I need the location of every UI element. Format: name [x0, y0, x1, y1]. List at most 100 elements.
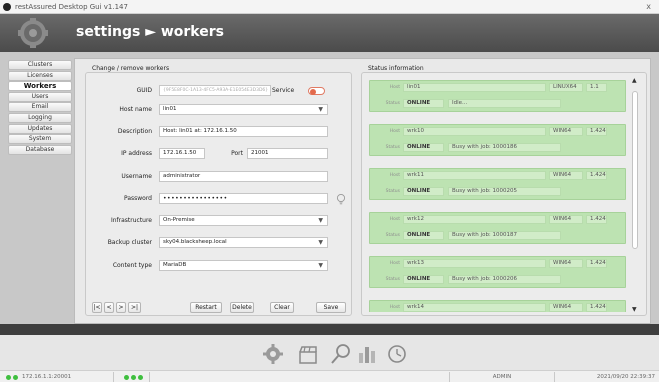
clear-button[interactable]: Clear	[270, 302, 294, 313]
ip-row: IP address 172.16.1.50 Port 21001	[86, 148, 353, 160]
nav-last-button[interactable]: >|	[128, 302, 141, 313]
sidebar-item-email[interactable]: Email	[8, 102, 72, 113]
current-user: ADMIN	[450, 372, 555, 382]
worker-form-panel: Change / remove workers GUID {9F5E8F0C-1…	[85, 65, 353, 316]
worker-version: 1.424	[586, 127, 607, 136]
lightbulb-icon[interactable]	[336, 193, 346, 206]
worker-status-card[interactable]: Host wrk12 WIN64 1.424 Status ONLINE Bus…	[369, 212, 626, 244]
port-input[interactable]: 21001	[247, 148, 328, 159]
host-label: Host	[389, 129, 400, 134]
ip-input[interactable]: 172.16.1.50	[159, 148, 205, 159]
scroll-down-icon[interactable]: ▼	[632, 306, 637, 313]
host-label: Host	[389, 173, 400, 178]
toggle-knob	[310, 88, 316, 95]
status-led	[6, 374, 11, 380]
main-content: Change / remove workers GUID {9F5E8F0C-1…	[74, 58, 651, 324]
chevron-down-icon: ▼	[318, 217, 323, 224]
nav-prev-button[interactable]: <	[104, 302, 114, 313]
backup-cluster-select[interactable]: sky04.blacksheep.local ▼	[159, 237, 328, 248]
scroll-thumb[interactable]	[632, 91, 638, 249]
worker-os: WIN64	[549, 303, 583, 312]
bar-chart-icon[interactable]	[356, 343, 378, 365]
backup-cluster-row: Backup cluster sky04.blacksheep.local ▼	[86, 237, 353, 249]
status-title: Status information	[367, 65, 425, 72]
sidebar-item-system[interactable]: System	[8, 134, 72, 145]
username-row: Username administrator	[86, 171, 353, 183]
restart-button[interactable]: Restart	[190, 302, 222, 313]
host-value: lin01	[163, 106, 177, 112]
status-led	[13, 374, 18, 380]
clock-icon[interactable]	[386, 343, 408, 365]
worker-os: WIN64	[549, 259, 583, 268]
nav-next-button[interactable]: >	[116, 302, 126, 313]
status-scrollbar[interactable]: ▲ ▼	[630, 77, 640, 313]
worker-state: ONLINE	[403, 99, 444, 108]
host-row: Host name lin01 ▼	[86, 104, 353, 116]
gear-logo-icon	[18, 18, 48, 48]
worker-state: ONLINE	[403, 187, 444, 196]
magnifier-icon[interactable]	[330, 343, 352, 365]
worker-status-card[interactable]: Host wrk14 WIN64 1.424	[369, 300, 626, 312]
sidebar-item-updates[interactable]: Updates	[8, 123, 72, 134]
worker-host: wrk13	[403, 259, 546, 268]
service-toggle[interactable]	[308, 87, 325, 95]
worker-host: wrk11	[403, 171, 546, 180]
app-header: settings ► workers	[0, 14, 659, 52]
worker-job: Busy with job: 1000187	[448, 231, 561, 240]
app-icon	[3, 3, 11, 11]
worker-status-card[interactable]: Host wrk10 WIN64 1.424 Status ONLINE Bus…	[369, 124, 626, 156]
infrastructure-value: On-Premise	[163, 217, 195, 223]
sidebar: Clusters Licenses Workers Users Email Lo…	[8, 60, 72, 155]
sidebar-item-workers[interactable]: Workers	[8, 81, 72, 92]
sidebar-item-clusters[interactable]: Clusters	[8, 60, 72, 70]
status-label: Status	[385, 101, 400, 106]
worker-host: wrk14	[403, 303, 546, 312]
sidebar-item-users[interactable]: Users	[8, 91, 72, 102]
nav-first-button[interactable]: |<	[92, 302, 102, 313]
worker-status-list[interactable]: Host lin01 LINUX64 1.1 Status ONLINE Idl…	[369, 80, 626, 312]
worker-version: 1.424	[586, 171, 607, 180]
port-label: Port	[231, 150, 243, 157]
status-label: Status	[385, 145, 400, 150]
save-button[interactable]: Save	[316, 302, 346, 313]
clapperboard-icon[interactable]	[297, 343, 319, 365]
separator-band	[0, 324, 659, 335]
worker-os: LINUX64	[549, 83, 583, 92]
description-input[interactable]: Host: lin01 at: 172.16.1.50	[159, 126, 328, 137]
window-title: restAssured Desktop Gui v1.147	[15, 3, 128, 11]
host-label: Host	[389, 305, 400, 310]
status-label: Status	[385, 277, 400, 282]
status-label: Status	[385, 233, 400, 238]
sidebar-item-licenses[interactable]: Licenses	[8, 70, 72, 81]
backup-cluster-label: Backup cluster	[107, 239, 152, 246]
gear-icon[interactable]	[262, 343, 284, 365]
worker-status-card[interactable]: Host wrk13 WIN64 1.424 Status ONLINE Bus…	[369, 256, 626, 288]
worker-status-card[interactable]: Host wrk11 WIN64 1.424 Status ONLINE Bus…	[369, 168, 626, 200]
description-row: Description Host: lin01 at: 172.16.1.50	[86, 126, 353, 138]
chevron-down-icon: ▼	[318, 106, 323, 113]
ip-label: IP address	[121, 150, 152, 157]
worker-os: WIN64	[549, 171, 583, 180]
close-button[interactable]: x	[646, 2, 651, 11]
guid-label: GUID	[136, 87, 152, 94]
worker-host: wrk10	[403, 127, 546, 136]
worker-state: ONLINE	[403, 275, 444, 284]
host-label: Host	[389, 217, 400, 222]
sidebar-item-logging[interactable]: Logging	[8, 112, 72, 123]
host-select[interactable]: lin01 ▼	[159, 104, 328, 115]
password-input[interactable]: ••••••••••••••••	[159, 193, 328, 204]
connection-address: 172.16.1.1:20001	[22, 372, 114, 382]
form-title: Change / remove workers	[91, 65, 171, 72]
worker-status-card[interactable]: Host lin01 LINUX64 1.1 Status ONLINE Idl…	[369, 80, 626, 112]
worker-job: Busy with job: 1000186	[448, 143, 561, 152]
host-label: Host name	[119, 106, 152, 113]
delete-button[interactable]: Delete	[230, 302, 254, 313]
worker-host: lin01	[403, 83, 546, 92]
username-input[interactable]: administrator	[159, 171, 328, 182]
sidebar-item-database[interactable]: Database	[8, 144, 72, 155]
scroll-up-icon[interactable]: ▲	[632, 77, 637, 84]
content-type-select[interactable]: MariaDB ▼	[159, 260, 328, 271]
worker-version: 1.424	[586, 259, 607, 268]
service-label: Service	[272, 87, 295, 94]
infrastructure-select[interactable]: On-Premise ▼	[159, 215, 328, 226]
